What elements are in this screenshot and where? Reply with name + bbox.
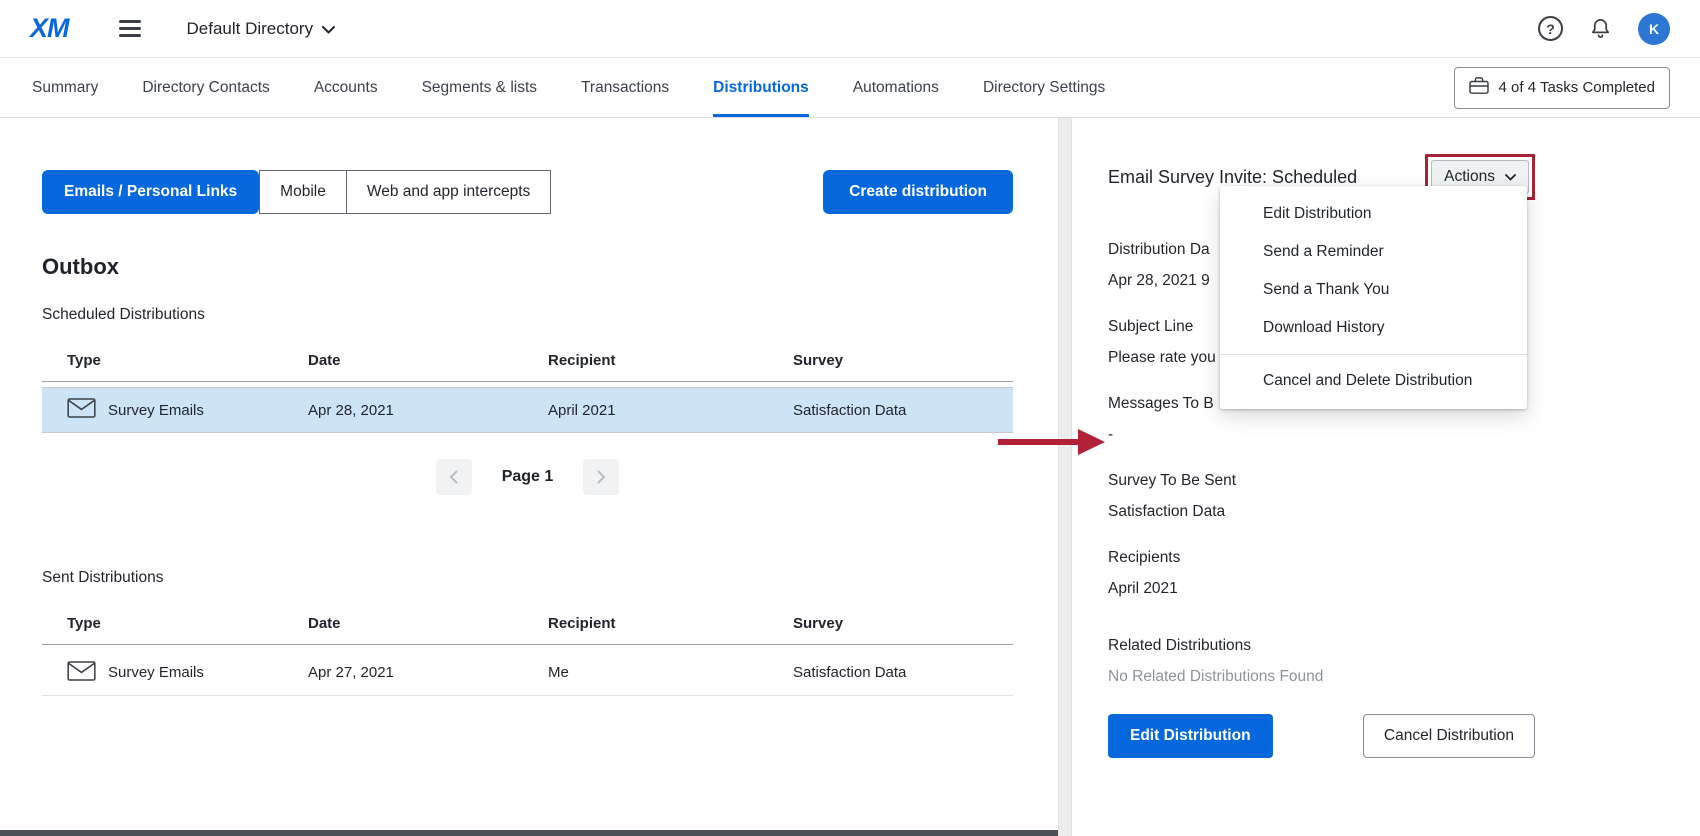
- tab-transactions[interactable]: Transactions: [581, 58, 669, 117]
- tab-summary[interactable]: Summary: [32, 58, 98, 117]
- menu-item-cancel-and-delete-distribution[interactable]: Cancel and Delete Distribution: [1220, 362, 1527, 400]
- field-label: Related Distributions: [1108, 630, 1535, 661]
- row-date: Apr 27, 2021: [308, 664, 548, 681]
- column-survey: Survey: [793, 615, 1013, 632]
- distributions-pane: Emails / Personal Links Mobile Web and a…: [0, 118, 1058, 836]
- row-type: Survey Emails: [108, 664, 204, 681]
- annotation-arrow: [995, 425, 1105, 459]
- user-avatar[interactable]: K: [1638, 13, 1670, 45]
- segment-emails-personal-links[interactable]: Emails / Personal Links: [42, 170, 259, 214]
- content-area: Emails / Personal Links Mobile Web and a…: [0, 118, 1700, 836]
- briefcase-icon: [1469, 77, 1489, 99]
- segment-mobile[interactable]: Mobile: [259, 170, 347, 214]
- chevron-down-icon: [1505, 168, 1516, 186]
- table-header: Type Date Recipient Survey: [42, 340, 1013, 382]
- vertical-scrollbar[interactable]: [1058, 118, 1072, 836]
- table-row-sent[interactable]: Survey Emails Apr 27, 2021 Me Satisfacti…: [42, 650, 1013, 696]
- primary-nav: Summary Directory Contacts Accounts Segm…: [0, 58, 1700, 118]
- column-recipient: Recipient: [548, 615, 793, 632]
- field-recipients: Recipients April 2021: [1108, 542, 1535, 604]
- menu-divider: [1220, 354, 1527, 355]
- cancel-distribution-button[interactable]: Cancel Distribution: [1363, 714, 1535, 758]
- scheduled-distributions-label: Scheduled Distributions: [42, 306, 1013, 324]
- chevron-down-icon: [322, 19, 335, 39]
- scheduled-distributions-table: Type Date Recipient Survey Survey Emails: [42, 340, 1013, 433]
- horizontal-scrollbar[interactable]: [0, 830, 1058, 836]
- row-type: Survey Emails: [108, 402, 204, 419]
- column-survey: Survey: [793, 352, 1013, 369]
- tab-accounts[interactable]: Accounts: [314, 58, 378, 117]
- menu-item-send-a-thank-you[interactable]: Send a Thank You: [1220, 271, 1527, 309]
- field-related-distributions: Related Distributions No Related Distrib…: [1108, 630, 1535, 692]
- outbox-title: Outbox: [42, 254, 1013, 280]
- row-date: Apr 28, 2021: [308, 402, 548, 419]
- help-icon[interactable]: ?: [1538, 16, 1563, 41]
- notifications-bell-icon[interactable]: [1589, 17, 1612, 40]
- row-survey: Satisfaction Data: [793, 402, 1013, 419]
- xm-logo[interactable]: XM: [30, 13, 69, 44]
- envelope-icon: [67, 661, 96, 685]
- column-type: Type: [42, 352, 308, 369]
- edit-distribution-button[interactable]: Edit Distribution: [1108, 714, 1273, 758]
- menu-item-download-history[interactable]: Download History: [1220, 309, 1527, 347]
- actions-dropdown-menu: Edit Distribution Send a Reminder Send a…: [1220, 186, 1527, 409]
- field-value: No Related Distributions Found: [1108, 661, 1535, 692]
- hamburger-menu-icon[interactable]: [119, 20, 141, 37]
- directory-selector[interactable]: Default Directory: [187, 19, 336, 39]
- sent-distributions-label: Sent Distributions: [42, 569, 1013, 587]
- tab-automations[interactable]: Automations: [853, 58, 939, 117]
- page-label: Page 1: [502, 468, 554, 486]
- field-value: April 2021: [1108, 573, 1535, 604]
- tab-directory-contacts[interactable]: Directory Contacts: [142, 58, 269, 117]
- column-date: Date: [308, 615, 548, 632]
- field-value: -: [1108, 419, 1535, 450]
- menu-item-send-a-reminder[interactable]: Send a Reminder: [1220, 233, 1527, 271]
- column-type: Type: [42, 615, 308, 632]
- detail-title: Email Survey Invite: Scheduled: [1108, 167, 1357, 188]
- directory-name: Default Directory: [187, 19, 314, 39]
- segment-web-app-intercepts[interactable]: Web and app intercepts: [347, 170, 551, 214]
- top-bar: XM Default Directory ? K: [0, 0, 1700, 58]
- actions-button-label: Actions: [1444, 168, 1495, 186]
- envelope-icon: [67, 398, 96, 422]
- field-value: Satisfaction Data: [1108, 496, 1535, 527]
- tab-segments-lists[interactable]: Segments & lists: [422, 58, 537, 117]
- row-recipient: April 2021: [548, 402, 793, 419]
- pagination: Page 1: [42, 459, 1013, 495]
- sent-distributions-table: Type Date Recipient Survey Survey Emails: [42, 603, 1013, 696]
- field-survey-to-be-sent: Survey To Be Sent Satisfaction Data: [1108, 465, 1535, 527]
- previous-page-button[interactable]: [436, 459, 472, 495]
- field-label: Recipients: [1108, 542, 1535, 573]
- table-row-scheduled[interactable]: Survey Emails Apr 28, 2021 April 2021 Sa…: [42, 387, 1013, 433]
- tab-directory-settings[interactable]: Directory Settings: [983, 58, 1105, 117]
- tasks-completed-button[interactable]: 4 of 4 Tasks Completed: [1454, 67, 1670, 109]
- row-survey: Satisfaction Data: [793, 664, 1013, 681]
- field-label: Survey To Be Sent: [1108, 465, 1535, 496]
- row-recipient: Me: [548, 664, 793, 681]
- next-page-button[interactable]: [583, 459, 619, 495]
- distribution-type-toggle: Emails / Personal Links Mobile Web and a…: [42, 170, 551, 214]
- create-distribution-button[interactable]: Create distribution: [823, 170, 1013, 214]
- menu-item-edit-distribution[interactable]: Edit Distribution: [1220, 195, 1527, 233]
- column-date: Date: [308, 352, 548, 369]
- column-recipient: Recipient: [548, 352, 793, 369]
- tab-distributions[interactable]: Distributions: [713, 58, 809, 117]
- tasks-completed-label: 4 of 4 Tasks Completed: [1499, 79, 1655, 96]
- table-header: Type Date Recipient Survey: [42, 603, 1013, 645]
